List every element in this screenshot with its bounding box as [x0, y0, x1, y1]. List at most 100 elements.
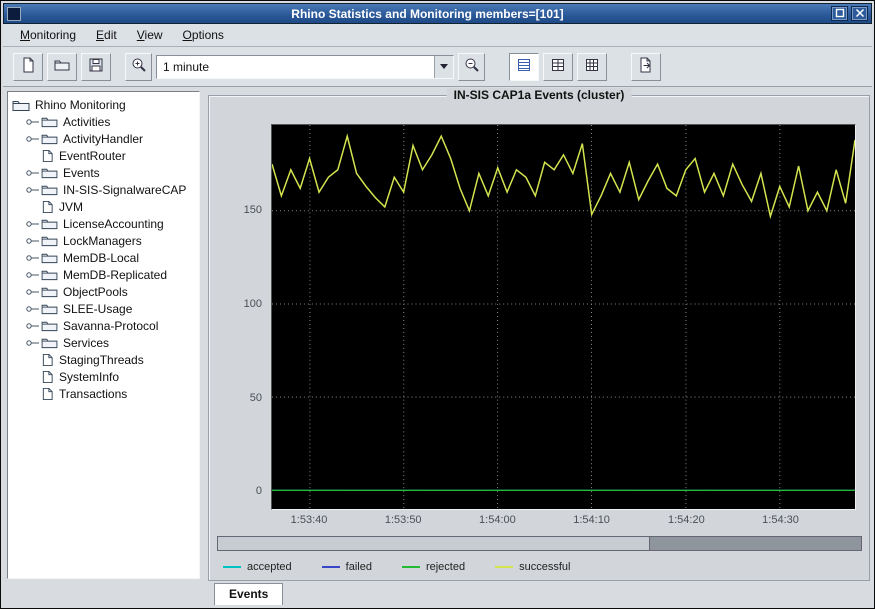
tab-events[interactable]: Events	[214, 583, 283, 605]
open-button[interactable]	[47, 53, 77, 81]
tree-item[interactable]: Savanna-Protocol	[10, 317, 197, 334]
folder-icon	[41, 166, 58, 179]
tree-item-label: LockManagers	[63, 234, 142, 248]
toolbar: 1 minute	[3, 47, 872, 87]
x-tick-label: 1:53:40	[291, 514, 328, 526]
export-button[interactable]	[631, 53, 661, 81]
expand-handle-icon[interactable]	[26, 201, 41, 213]
x-tick-label: 1:54:00	[479, 514, 516, 526]
document-icon	[41, 200, 54, 214]
zoom-in-icon	[131, 57, 147, 76]
tree-item-label: StagingThreads	[59, 353, 144, 367]
tree-item[interactable]: SLEE-Usage	[10, 300, 197, 317]
tree-item-label: MemDB-Replicated	[63, 268, 167, 282]
y-axis-labels: 0 50 100 150	[209, 124, 267, 510]
legend-label: failed	[346, 561, 372, 573]
x-tick-label: 1:53:50	[385, 514, 422, 526]
expand-handle-icon[interactable]	[26, 371, 41, 383]
maximize-icon	[835, 7, 845, 21]
x-tick-label: 1:54:20	[668, 514, 705, 526]
expand-handle-icon[interactable]	[26, 167, 41, 179]
y-tick-label: 100	[244, 298, 262, 310]
tree-item[interactable]: Services	[10, 334, 197, 351]
zoom-in-button[interactable]	[125, 53, 152, 81]
tree-item[interactable]: JVM	[10, 198, 197, 215]
app-window: Rhino Statistics and Monitoring members=…	[0, 0, 875, 609]
menu-monitoring[interactable]: Monitoring	[11, 25, 85, 45]
tree-root-label: Rhino Monitoring	[35, 98, 126, 112]
expand-handle-icon[interactable]	[26, 303, 41, 315]
splitter[interactable]	[202, 91, 207, 579]
tree-item-label: Activities	[63, 115, 110, 129]
legend-item: successful	[495, 561, 570, 573]
y-tick-label: 0	[256, 485, 262, 497]
folder-icon	[41, 251, 58, 264]
view-single-button[interactable]	[509, 53, 539, 81]
y-tick-label: 50	[250, 392, 262, 404]
tree-item[interactable]: LockManagers	[10, 232, 197, 249]
tree-item[interactable]: StagingThreads	[10, 351, 197, 368]
tree-children: Activities ActivityHandler EventRouter E…	[10, 113, 197, 402]
window-title: Rhino Statistics and Monitoring members=…	[27, 7, 828, 21]
chart-title: IN-SIS CAP1a Events (cluster)	[447, 88, 632, 102]
expand-handle-icon[interactable]	[26, 286, 41, 298]
new-button[interactable]	[13, 53, 43, 81]
tree-item[interactable]: SystemInfo	[10, 368, 197, 385]
maximize-button[interactable]	[831, 6, 848, 21]
folder-icon	[41, 319, 58, 332]
legend-label: accepted	[247, 561, 292, 573]
expand-handle-icon[interactable]	[26, 269, 41, 281]
legend-swatch	[322, 566, 340, 568]
tree-item[interactable]: EventRouter	[10, 147, 197, 164]
y-tick-label: 150	[244, 204, 262, 216]
legend-swatch	[495, 566, 513, 568]
zoom-out-icon	[464, 57, 480, 76]
document-icon	[41, 370, 54, 384]
menu-edit[interactable]: Edit	[87, 25, 126, 45]
menu-view[interactable]: View	[128, 25, 172, 45]
expand-handle-icon[interactable]	[26, 388, 41, 400]
expand-handle-icon[interactable]	[26, 320, 41, 332]
tree-item[interactable]: Transactions	[10, 385, 197, 402]
expand-handle-icon[interactable]	[26, 337, 41, 349]
zoom-out-button[interactable]	[458, 53, 485, 81]
expand-handle-icon[interactable]	[26, 150, 41, 162]
expand-handle-icon[interactable]	[26, 354, 41, 366]
folder-icon	[41, 285, 58, 298]
tree-item[interactable]: ActivityHandler	[10, 130, 197, 147]
tree-item[interactable]: IN-SIS-SignalwareCAP	[10, 181, 197, 198]
tree-item[interactable]: ObjectPools	[10, 283, 197, 300]
combobox-arrow-button[interactable]	[434, 56, 453, 78]
expand-handle-icon[interactable]	[26, 235, 41, 247]
tree-item[interactable]: Events	[10, 164, 197, 181]
tree-item[interactable]: MemDB-Local	[10, 249, 197, 266]
expand-handle-icon[interactable]	[26, 218, 41, 230]
folder-icon	[41, 132, 58, 145]
interval-combobox[interactable]: 1 minute	[156, 55, 454, 79]
tree-item[interactable]: LicenseAccounting	[10, 215, 197, 232]
save-button[interactable]	[81, 53, 111, 81]
tree-item[interactable]: Activities	[10, 113, 197, 130]
close-button[interactable]	[851, 6, 868, 21]
window-titlebar[interactable]: Rhino Statistics and Monitoring members=…	[3, 3, 872, 24]
tree-root[interactable]: Rhino Monitoring	[10, 96, 197, 113]
chart-plot[interactable]	[271, 124, 856, 510]
chevron-down-icon	[440, 64, 448, 69]
open-folder-icon	[54, 57, 70, 76]
view-table-button[interactable]	[577, 53, 607, 81]
tree-item-label: LicenseAccounting	[63, 217, 164, 231]
split-column-view-icon	[550, 57, 566, 76]
time-scrollbar[interactable]	[217, 536, 862, 551]
monitoring-tree: Rhino Monitoring Activities ActivityHand…	[7, 91, 200, 579]
expand-handle-icon[interactable]	[26, 133, 41, 145]
tree-item[interactable]: MemDB-Replicated	[10, 266, 197, 283]
tree-item-label: MemDB-Local	[63, 251, 139, 265]
expand-handle-icon[interactable]	[26, 252, 41, 264]
legend-swatch	[402, 566, 420, 568]
view-split-button[interactable]	[543, 53, 573, 81]
expand-handle-icon[interactable]	[26, 116, 41, 128]
save-icon	[88, 57, 104, 76]
menu-options[interactable]: Options	[174, 25, 233, 45]
scrollbar-thumb[interactable]	[649, 537, 861, 550]
expand-handle-icon[interactable]	[26, 184, 41, 196]
